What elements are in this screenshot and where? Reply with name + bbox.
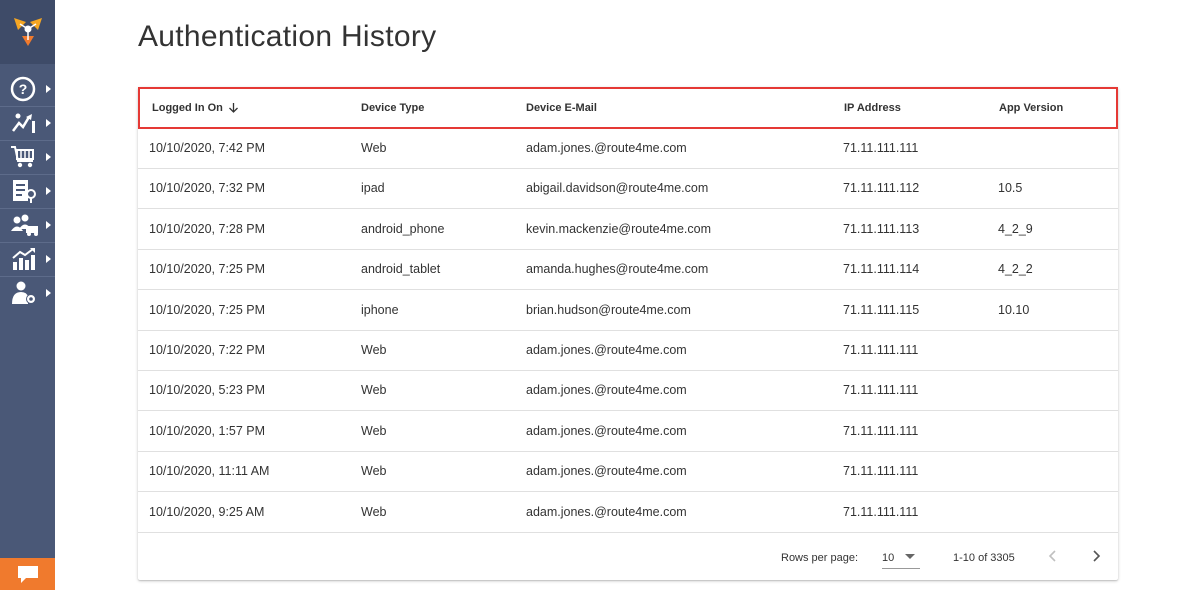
cell-device-email: adam.jones.@route4me.com xyxy=(526,343,687,357)
cell-logged-in-on: 10/10/2020, 7:22 PM xyxy=(149,343,266,357)
cell-device-type: Web xyxy=(361,383,387,398)
table-row[interactable]: 10/10/2020, 5:23 PM Web adam.jones.@route4… xyxy=(138,371,1118,412)
cell-ip-address: 71.11.111.114 xyxy=(843,262,920,277)
table-row[interactable]: 10/10/2020, 7:28 PM android_phone kevin.ma… xyxy=(138,210,1118,250)
team-icon xyxy=(11,214,38,236)
chevron-right-icon xyxy=(46,255,51,263)
cart-icon xyxy=(11,146,34,168)
user-settings-icon xyxy=(12,281,36,304)
table-row[interactable]: 10/10/2020, 9:25 AM Web adam.jones.@route4… xyxy=(138,493,1118,533)
cell-logged-in-on: 10/10/2020, 7:28 PM xyxy=(149,221,266,236)
cell-logged-in-on: 10/10/2020, 9:25 AM xyxy=(149,504,265,519)
cell-device-email: abigail.davidson@route4me.com xyxy=(526,181,709,196)
table-row[interactable]: 10/10/2020, 1:57 PM Web adam.jones.@route4… xyxy=(138,412,1118,452)
cell-app-version: 4_2_9 xyxy=(998,221,1033,236)
route4me-logo[interactable] xyxy=(0,0,55,64)
column-header-app-version[interactable]: App Version xyxy=(999,102,1063,114)
cell-app-version: 10.5 xyxy=(998,181,1023,196)
cell-ip-address: 71.11.111.111 xyxy=(843,423,919,438)
chevron-right-icon xyxy=(46,289,51,297)
cell-device-type: Web xyxy=(361,343,387,357)
cell-device-email: adam.jones.@route4me.com xyxy=(526,141,687,155)
orders-icon xyxy=(13,180,36,203)
sidebar-item-orders[interactable] xyxy=(0,174,55,208)
table-row[interactable]: 10/10/2020, 7:42 PM Web adam.jones.@route4… xyxy=(138,129,1118,169)
help-icon: ? xyxy=(10,76,36,102)
cell-ip-address: 71.11.111.113 xyxy=(843,221,920,236)
cell-app-version: 4_2_2 xyxy=(998,262,1033,277)
cell-ip-address: 71.11.111.115 xyxy=(843,302,920,317)
column-header-ip-address[interactable]: IP Address xyxy=(844,102,901,114)
table-row[interactable]: 10/10/2020, 7:25 PM iphone brian.hudson@ro… xyxy=(138,291,1118,331)
chat-icon xyxy=(17,566,38,583)
chevron-right-icon xyxy=(46,187,51,195)
cell-ip-address: 71.11.111.111 xyxy=(843,383,919,398)
sidebar-item-help[interactable]: ? xyxy=(0,72,55,106)
analytics-icon xyxy=(12,248,35,270)
cell-device-type: Web xyxy=(361,464,387,479)
routes-icon xyxy=(12,113,35,133)
sidebar-item-analytics[interactable] xyxy=(0,242,55,276)
cell-logged-in-on: 10/10/2020, 1:57 PM xyxy=(149,423,266,438)
pagination-range: 1-10 of 3305 xyxy=(953,552,1015,564)
cell-ip-address: 71.11.111.112 xyxy=(843,181,920,196)
cell-logged-in-on: 10/10/2020, 7:42 PM xyxy=(149,141,266,155)
cell-ip-address: 71.11.111.111 xyxy=(843,141,919,155)
cell-logged-in-on: 10/10/2020, 7:25 PM xyxy=(149,302,266,317)
cell-device-type: android_tablet xyxy=(361,262,441,277)
cell-ip-address: 71.11.111.111 xyxy=(843,343,919,357)
chevron-left-icon[interactable] xyxy=(1046,549,1060,563)
select-underline xyxy=(882,568,920,569)
cell-device-type: ipad xyxy=(361,181,385,196)
table-header: Logged In On Device Type Device E-Mail I… xyxy=(138,87,1118,129)
column-header-device-email[interactable]: Device E-Mail xyxy=(526,102,597,114)
cell-device-type: android_phone xyxy=(361,221,445,236)
sidebar: ? xyxy=(0,0,55,590)
chevron-right-icon xyxy=(46,221,51,229)
logo-icon xyxy=(13,18,42,46)
cell-logged-in-on: 10/10/2020, 5:23 PM xyxy=(149,383,266,398)
cell-device-email: adam.jones.@route4me.com xyxy=(526,383,687,398)
cell-app-version: 10.10 xyxy=(998,302,1030,317)
rows-per-page-label: Rows per page: xyxy=(781,552,859,564)
cell-device-type: iphone xyxy=(361,302,399,317)
sidebar-item-user-settings[interactable] xyxy=(0,276,55,310)
cell-device-type: Web xyxy=(361,141,387,155)
cell-device-email: brian.hudson@route4me.com xyxy=(526,302,691,317)
chat-button[interactable] xyxy=(0,558,55,590)
cell-logged-in-on: 10/10/2020, 7:32 PM xyxy=(149,181,266,196)
table-row[interactable]: 10/10/2020, 7:32 PM ipad abigail.davidson@… xyxy=(138,169,1118,210)
column-header-device-type[interactable]: Device Type xyxy=(361,102,424,114)
cell-device-email: adam.jones.@route4me.com xyxy=(526,504,687,519)
cell-device-email: amanda.hughes@route4me.com xyxy=(526,262,709,277)
chevron-right-icon xyxy=(46,119,51,127)
chevron-right-icon[interactable] xyxy=(1089,549,1103,563)
authentication-history-table: Logged In On Device Type Device E-Mail I… xyxy=(138,87,1118,580)
caret-down-icon xyxy=(905,554,915,559)
column-header-logged-in-on[interactable]: Logged In On xyxy=(152,102,239,114)
cell-device-email: adam.jones.@route4me.com xyxy=(526,423,687,438)
cell-device-type: Web xyxy=(361,423,387,438)
chevron-right-icon xyxy=(46,85,51,93)
table-row[interactable]: 10/10/2020, 7:25 PM android_tablet amanda.… xyxy=(138,250,1118,291)
cell-device-type: Web xyxy=(361,504,387,519)
svg-text:?: ? xyxy=(19,81,28,97)
table-row[interactable]: 10/10/2020, 11:11 AM Web adam.jones.@route… xyxy=(138,452,1118,493)
cell-device-email: kevin.mackenzie@route4me.com xyxy=(526,221,711,236)
cell-device-email: adam.jones.@route4me.com xyxy=(526,464,687,479)
cell-ip-address: 71.11.111.111 xyxy=(843,504,919,519)
pagination: Rows per page: 10 1-10 of 3305 xyxy=(138,537,1118,580)
sidebar-item-team[interactable] xyxy=(0,208,55,242)
sidebar-item-cart[interactable] xyxy=(0,140,55,174)
table-row[interactable]: 10/10/2020, 7:22 PM Web adam.jones.@route4… xyxy=(138,331,1118,371)
chevron-right-icon xyxy=(46,153,51,161)
sidebar-item-routes[interactable] xyxy=(0,106,55,140)
cell-ip-address: 71.11.111.111 xyxy=(843,464,919,479)
rows-per-page-value: 10 xyxy=(882,552,895,564)
column-label: Logged In On xyxy=(152,102,223,114)
sort-down-arrow-icon xyxy=(228,103,238,113)
cell-logged-in-on: 10/10/2020, 7:25 PM xyxy=(149,262,266,277)
cell-logged-in-on: 10/10/2020, 11:11 AM xyxy=(149,464,270,479)
page-title: Authentication History xyxy=(138,20,437,53)
